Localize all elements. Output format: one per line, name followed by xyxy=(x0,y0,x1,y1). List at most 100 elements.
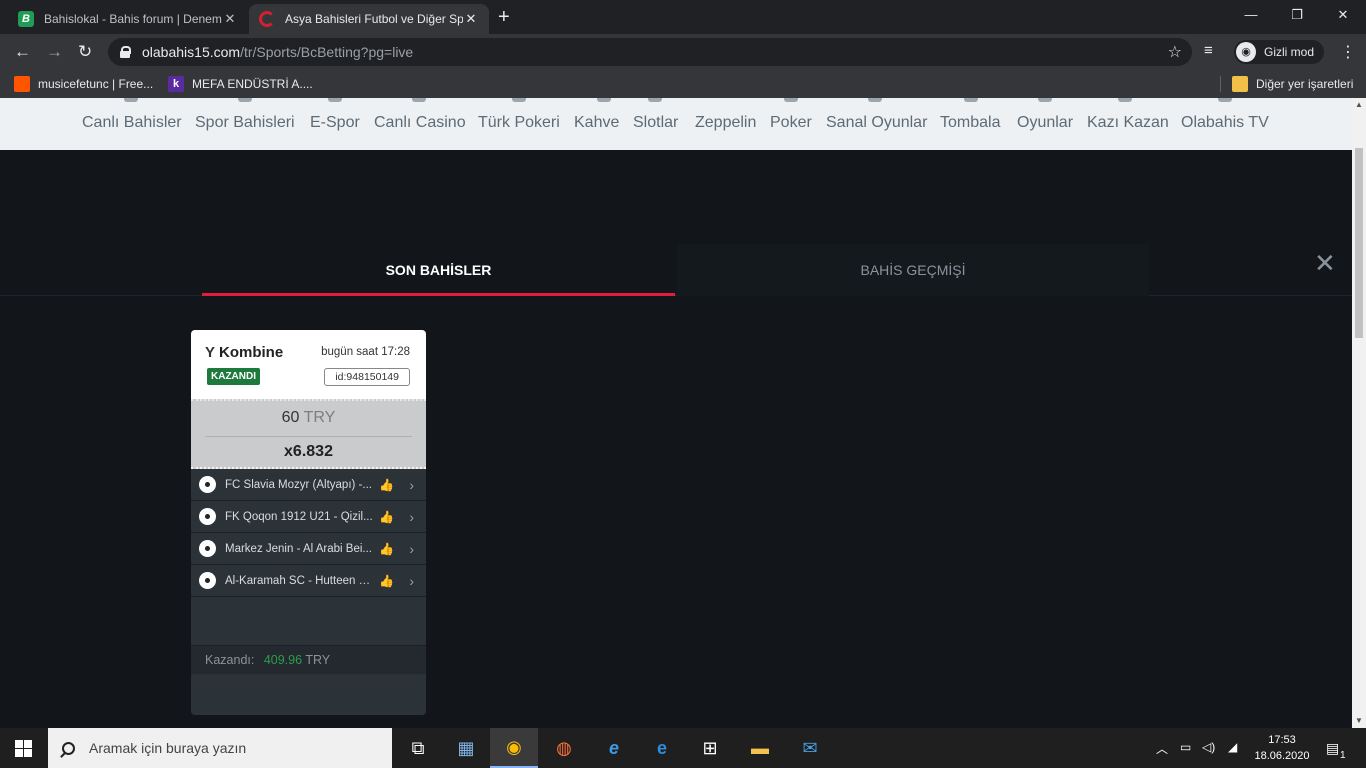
football-icon xyxy=(199,540,216,557)
network-icon[interactable]: ◢ xyxy=(1228,740,1237,754)
volume-icon[interactable]: ◁) xyxy=(1202,740,1215,754)
file-explorer-icon[interactable]: ▬ xyxy=(736,728,784,768)
bookmark-mefa[interactable]: k MEFA ENDÜSTRİ A.... xyxy=(168,76,313,92)
combination-icon: Y xyxy=(205,344,216,361)
tab-son-bahisler[interactable]: SON BAHİSLER xyxy=(202,244,675,296)
firefox-icon[interactable]: ◍ xyxy=(540,728,588,768)
winnings-currency: TRY xyxy=(305,653,331,667)
event-row[interactable]: FK Qoqon 1912 U21 - Qizil... 👍 › xyxy=(191,501,426,533)
tab-bahis-gecmisi[interactable]: BAHİS GEÇMİŞİ xyxy=(677,244,1149,296)
nav-sanal-oyunlar[interactable]: Sanal Oyunlar xyxy=(826,114,927,132)
close-tab-icon[interactable]: ✕ xyxy=(222,11,238,27)
nav-poker[interactable]: Poker xyxy=(770,114,812,132)
bet-time: bugün saat 17:28 xyxy=(321,346,410,358)
edge-icon[interactable]: e xyxy=(638,728,686,768)
incognito-indicator[interactable]: ◉ Gizli mod xyxy=(1234,40,1325,64)
bet-history-panel: SON BAHİSLER BAHİS GEÇMİŞİ ✕ Y Kombine b… xyxy=(0,150,1352,728)
nav-icon xyxy=(412,98,426,102)
thumbs-up-icon: 👍 xyxy=(379,573,394,588)
bookmark-star-icon[interactable]: ☆ xyxy=(1168,42,1182,62)
taskbar-clock[interactable]: 17:53 18.06.2020 xyxy=(1254,732,1310,764)
nav-oyunlar[interactable]: Oyunlar xyxy=(1017,114,1073,132)
scroll-down-icon[interactable]: ▼ xyxy=(1355,716,1363,725)
browser-tab-asya-bahisleri[interactable]: Asya Bahisleri Futbol ve Diğer Sp ✕ xyxy=(249,4,489,34)
bahislokal-favicon-icon: B xyxy=(18,11,34,27)
winnings-amount: 409.96 xyxy=(263,653,303,667)
nav-olabahis-tv[interactable]: Olabahis TV xyxy=(1181,114,1269,132)
internet-explorer-icon[interactable]: e xyxy=(590,728,638,768)
nav-icon xyxy=(124,98,138,102)
page-scrollbar[interactable]: ▲ ▼ xyxy=(1352,98,1366,728)
nav-zeppelin[interactable]: Zeppelin xyxy=(695,114,756,132)
event-row[interactable]: Al-Karamah SC - Hutteen SC 👍 › xyxy=(191,565,426,597)
browser-tab-bahislokal[interactable]: B Bahislokal - Bahis forum | Denem ✕ xyxy=(8,4,248,34)
reload-icon[interactable]: ↻ xyxy=(78,42,92,62)
scroll-up-icon[interactable]: ▲ xyxy=(1355,100,1363,109)
stake-amount: 60 xyxy=(281,409,300,426)
address-bar[interactable]: olabahis15.com/tr/Sports/BcBetting?pg=li… xyxy=(108,38,1192,66)
total-odds: x6.832 xyxy=(284,443,333,460)
nav-kazi-kazan[interactable]: Kazı Kazan xyxy=(1087,114,1169,132)
media-control-icon[interactable]: ≡ xyxy=(1204,42,1213,59)
tray-chevron-up-icon[interactable]: ︿ xyxy=(1156,740,1168,757)
chevron-right-icon: › xyxy=(409,476,414,493)
close-panel-icon[interactable]: ✕ xyxy=(1314,248,1336,279)
nav-icon xyxy=(597,98,611,102)
window-close-icon[interactable]: ✕ xyxy=(1320,0,1366,30)
nav-e-spor[interactable]: E-Spor xyxy=(310,114,360,132)
nav-icon xyxy=(1118,98,1132,102)
event-row[interactable]: Markez Jenin - Al Arabi Bei... 👍 › xyxy=(191,533,426,565)
football-icon xyxy=(199,572,216,589)
nav-icon xyxy=(964,98,978,102)
other-bookmarks[interactable]: Diğer yer işaretleri xyxy=(1232,76,1353,92)
mail-icon[interactable]: ✉ xyxy=(786,728,834,768)
bookmark-musicefetunc[interactable]: musicefetunc | Free... xyxy=(14,76,153,92)
browser-menu-icon[interactable]: ⋮ xyxy=(1340,42,1356,62)
nav-canli-casino[interactable]: Canlı Casino xyxy=(374,114,466,132)
store-icon[interactable]: ⊞ xyxy=(686,728,734,768)
battery-icon[interactable]: ▭ xyxy=(1180,740,1191,754)
nav-tombala[interactable]: Tombala xyxy=(940,114,1000,132)
clock-time: 17:53 xyxy=(1268,734,1296,746)
back-icon[interactable]: ← xyxy=(14,42,31,62)
stake-currency: TRY xyxy=(303,409,336,426)
soundcloud-icon xyxy=(14,76,30,92)
winnings-row: Kazandı: 409.96 TRY xyxy=(191,645,426,674)
control-panel-icon[interactable]: ▦ xyxy=(442,728,490,768)
nav-canli-bahisler[interactable]: Canlı Bahisler xyxy=(82,114,182,132)
thumbs-up-icon: 👍 xyxy=(379,509,394,524)
bet-card[interactable]: Y Kombine bugün saat 17:28 KAZANDI id:94… xyxy=(191,330,426,715)
bet-type: Y Kombine xyxy=(205,344,283,361)
event-row[interactable]: FC Slavia Mozyr (Altyapı) -... 👍 › xyxy=(191,469,426,501)
chrome-icon[interactable]: ◉ xyxy=(490,728,538,768)
taskbar-search[interactable]: Aramak için buraya yazın xyxy=(48,728,392,768)
divider xyxy=(205,436,412,437)
card-footer xyxy=(191,674,426,715)
card-spacer xyxy=(191,597,426,645)
bookmark-divider xyxy=(1220,76,1221,92)
windows-taskbar: Aramak için buraya yazın ⧉ ▦ ◉ ◍ e e ⊞ ▬… xyxy=(0,728,1366,768)
forward-icon[interactable]: → xyxy=(46,42,63,62)
event-name: FK Qoqon 1912 U21 - Qizil... xyxy=(225,510,373,523)
nav-kahve[interactable]: Kahve xyxy=(574,114,619,132)
windows-start-icon[interactable] xyxy=(15,740,32,757)
task-view-icon[interactable]: ⧉ xyxy=(394,728,442,768)
nav-slotlar[interactable]: Slotlar xyxy=(633,114,678,132)
bookmark-label: musicefetunc | Free... xyxy=(38,77,154,91)
incognito-icon: ◉ xyxy=(1236,42,1256,62)
bet-id[interactable]: id:948150149 xyxy=(324,368,410,386)
notification-icon[interactable]: ▤ xyxy=(1326,740,1339,757)
minimize-icon[interactable]: — xyxy=(1228,0,1274,30)
event-name: FC Slavia Mozyr (Altyapı) -... xyxy=(225,478,372,491)
notification-count: 1 xyxy=(1340,750,1346,761)
bet-stake-block: 60 TRY x6.832 xyxy=(191,399,426,469)
close-tab-icon[interactable]: ✕ xyxy=(463,11,479,27)
new-tab-icon[interactable]: + xyxy=(498,6,510,29)
lock-icon[interactable] xyxy=(120,46,131,58)
scroll-thumb[interactable] xyxy=(1355,148,1363,338)
bet-type-label: Kombine xyxy=(219,344,284,361)
nav-turk-pokeri[interactable]: Türk Pokeri xyxy=(478,114,560,132)
restore-icon[interactable]: ❐ xyxy=(1274,0,1320,30)
nav-spor-bahisleri[interactable]: Spor Bahisleri xyxy=(195,114,295,132)
taskbar-search-placeholder: Aramak için buraya yazın xyxy=(89,740,247,756)
